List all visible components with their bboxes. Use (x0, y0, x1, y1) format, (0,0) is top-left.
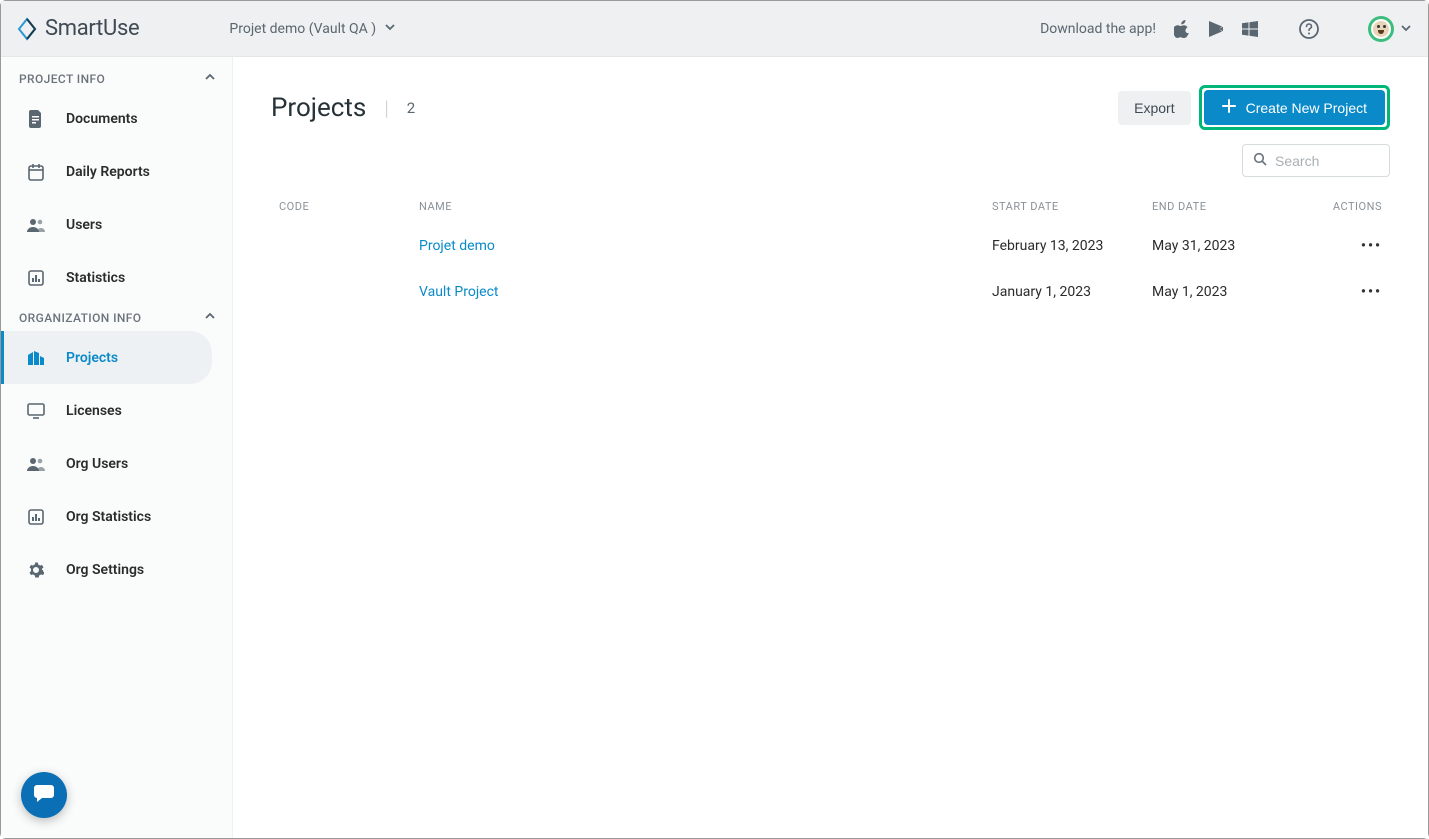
chevron-up-icon (204, 71, 216, 86)
help-icon[interactable] (1298, 18, 1320, 40)
row-actions-menu[interactable]: ••• (1312, 238, 1382, 254)
sidebar: PROJECT INFO Documents Daily Reports Use… (1, 57, 233, 838)
cell-end: May 1, 2023 (1152, 284, 1312, 300)
sidebar-item-users[interactable]: Users (1, 198, 212, 251)
logo-icon (15, 17, 39, 41)
chevron-down-icon (1400, 19, 1412, 38)
project-count: 2 (407, 99, 415, 117)
search-box[interactable] (1242, 144, 1390, 177)
projects-table: CODE NAME START DATE END DATE ACTIONS Pr… (271, 189, 1390, 315)
sidebar-item-label: Users (66, 217, 102, 233)
chevron-down-icon (384, 21, 396, 37)
cell-start: January 1, 2023 (992, 284, 1152, 300)
project-selector[interactable]: Projet demo (Vault QA ) (229, 21, 396, 37)
sidebar-item-daily-reports[interactable]: Daily Reports (1, 145, 212, 198)
sidebar-item-org-settings[interactable]: Org Settings (1, 543, 212, 596)
sidebar-item-statistics[interactable]: Statistics (1, 251, 212, 304)
chat-launcher[interactable] (21, 772, 67, 818)
chart-icon (26, 270, 46, 286)
table-header: CODE NAME START DATE END DATE ACTIONS (271, 189, 1390, 223)
page-title-row: Projects | 2 Export Create New Project (271, 85, 1390, 130)
search-icon (1253, 151, 1267, 170)
project-link[interactable]: Vault Project (419, 284, 992, 300)
search-row (271, 144, 1390, 177)
document-icon (26, 110, 46, 128)
calendar-icon (26, 163, 46, 181)
buildings-icon (26, 350, 46, 366)
table-row: Projet demo February 13, 2023 May 31, 20… (271, 223, 1390, 269)
create-project-highlight: Create New Project (1199, 85, 1390, 130)
chat-icon (33, 782, 55, 808)
sidebar-section-label: PROJECT INFO (19, 72, 105, 86)
cell-start: February 13, 2023 (992, 238, 1152, 254)
row-actions-menu[interactable]: ••• (1312, 284, 1382, 300)
create-project-label: Create New Project (1246, 100, 1367, 116)
windows-icon[interactable] (1242, 21, 1258, 37)
project-link[interactable]: Projet demo (419, 238, 992, 254)
apple-icon[interactable] (1174, 20, 1190, 38)
chevron-up-icon (204, 310, 216, 325)
user-menu[interactable] (1368, 16, 1412, 42)
chart-icon (26, 509, 46, 525)
col-name[interactable]: NAME (419, 200, 992, 213)
google-play-icon[interactable] (1208, 20, 1224, 38)
search-input[interactable] (1275, 153, 1379, 169)
users-icon (26, 217, 46, 233)
header-right: Download the app! (1040, 16, 1412, 42)
sidebar-item-label: Daily Reports (66, 164, 150, 180)
sidebar-item-org-users[interactable]: Org Users (1, 437, 212, 490)
download-app-label: Download the app! (1040, 21, 1156, 37)
sidebar-item-label: Org Statistics (66, 509, 151, 525)
sidebar-item-licenses[interactable]: Licenses (1, 384, 212, 437)
sidebar-item-label: Licenses (66, 403, 122, 419)
app-header: SmartUse Projet demo (Vault QA ) Downloa… (1, 1, 1428, 57)
avatar (1368, 16, 1394, 42)
sidebar-item-documents[interactable]: Documents (1, 92, 212, 145)
table-row: Vault Project January 1, 2023 May 1, 202… (271, 269, 1390, 315)
brand-name: SmartUse (45, 16, 139, 41)
col-end-date[interactable]: END DATE (1152, 200, 1312, 213)
monitor-icon (26, 403, 46, 419)
sidebar-item-label: Org Settings (66, 562, 144, 578)
col-code[interactable]: CODE (279, 200, 419, 213)
project-selector-label: Projet demo (Vault QA ) (229, 21, 376, 37)
app-logo[interactable]: SmartUse (15, 16, 139, 41)
main-content: Projects | 2 Export Create New Project C… (233, 57, 1428, 838)
col-actions: ACTIONS (1312, 200, 1382, 213)
create-project-button[interactable]: Create New Project (1204, 90, 1385, 125)
sidebar-item-label: Projects (66, 350, 118, 366)
sidebar-item-org-statistics[interactable]: Org Statistics (1, 490, 212, 543)
title-divider: | (384, 96, 388, 120)
export-button[interactable]: Export (1118, 91, 1190, 125)
sidebar-section-label: ORGANIZATION INFO (19, 311, 141, 325)
sidebar-section-organization-info[interactable]: ORGANIZATION INFO (1, 304, 232, 331)
cell-end: May 31, 2023 (1152, 238, 1312, 254)
page-title: Projects (271, 93, 366, 123)
gear-icon (26, 562, 46, 578)
users-icon (26, 456, 46, 472)
sidebar-item-projects[interactable]: Projects (1, 331, 212, 384)
plus-icon (1222, 99, 1236, 116)
sidebar-item-label: Statistics (66, 270, 125, 286)
sidebar-item-label: Org Users (66, 456, 128, 472)
col-start-date[interactable]: START DATE (992, 200, 1152, 213)
sidebar-section-project-info[interactable]: PROJECT INFO (1, 65, 232, 92)
sidebar-item-label: Documents (66, 111, 138, 127)
